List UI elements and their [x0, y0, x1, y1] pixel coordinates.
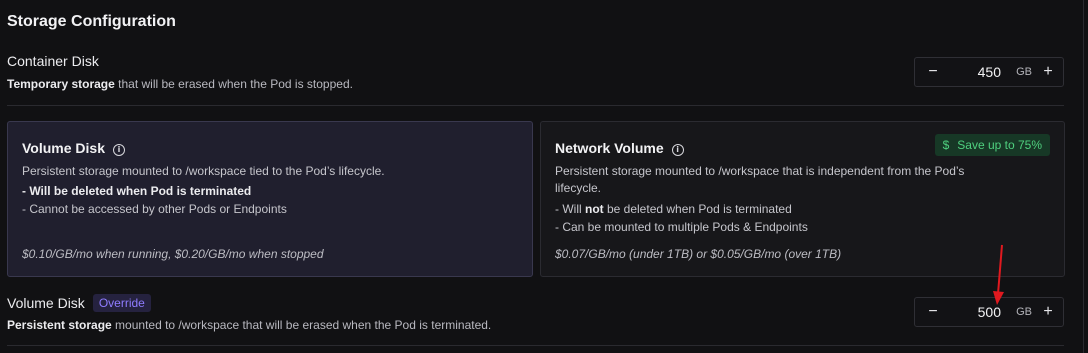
right-border	[1083, 0, 1084, 353]
container-disk-description: Temporary storage that will be erased wh…	[7, 77, 353, 91]
container-disk-decrement-button[interactable]: −	[922, 58, 944, 86]
save-badge-text: Save up to 75%	[957, 138, 1042, 152]
volume-disk-card-line3: - Cannot be accessed by other Pods or En…	[22, 202, 287, 216]
save-badge: $ Save up to 75%	[934, 134, 1050, 156]
override-badge[interactable]: Override	[92, 294, 151, 312]
annotation-arrow	[993, 244, 1004, 305]
network-volume-card-line1a: Persistent storage mounted to /workspace…	[555, 164, 965, 178]
volume-disk-label: Volume Disk Override	[7, 294, 151, 312]
container-disk-stepper: − 450 GB +	[914, 57, 1064, 87]
network-volume-card-line2: - Will not be deleted when Pod is termin…	[555, 200, 792, 218]
volume-disk-card-price: $0.10/GB/mo when running, $0.20/GB/mo wh…	[22, 247, 324, 261]
section-title: Storage Configuration	[7, 13, 176, 30]
divider	[7, 105, 1064, 106]
container-disk-value[interactable]: 450	[978, 58, 1001, 86]
container-disk-increment-button[interactable]: +	[1037, 58, 1059, 86]
volume-disk-unit: GB	[1016, 306, 1032, 318]
container-disk-desc-bold: Temporary storage	[7, 77, 115, 91]
volume-disk-card-line2: - Will be deleted when Pod is terminated	[22, 184, 252, 198]
dollar-icon: $	[942, 138, 950, 152]
volume-disk-card-title-text: Volume Disk	[22, 140, 105, 156]
network-volume-card-line1b: lifecycle.	[555, 181, 602, 195]
info-icon[interactable]: i	[113, 144, 125, 156]
network-volume-card[interactable]: Network Volume i $ Save up to 75% Persiste…	[540, 121, 1065, 277]
network-volume-card-line3: - Can be mounted to multiple Pods & Endp…	[555, 220, 808, 234]
volume-disk-label-text: Volume Disk	[7, 295, 85, 311]
bottom-divider	[7, 345, 1064, 346]
network-volume-card-title: Network Volume i	[555, 140, 684, 156]
volume-disk-desc-bold: Persistent storage	[7, 318, 112, 332]
volume-disk-stepper: − 500 GB +	[914, 297, 1064, 327]
network-line2-post: be deleted when Pod is terminated	[603, 202, 792, 216]
container-disk-unit: GB	[1016, 66, 1032, 78]
container-disk-label: Container Disk	[7, 53, 99, 69]
volume-disk-card-title: Volume Disk i	[22, 140, 125, 156]
container-disk-desc-rest: that will be erased when the Pod is stop…	[114, 77, 353, 91]
network-line2-bold: not	[585, 202, 604, 216]
volume-disk-card-line1: Persistent storage mounted to /workspace…	[22, 164, 385, 178]
network-line2-pre: - Will	[555, 202, 585, 216]
volume-disk-description: Persistent storage mounted to /workspace…	[7, 318, 491, 332]
info-icon[interactable]: i	[671, 144, 684, 156]
network-volume-card-title-text: Network Volume	[555, 140, 664, 156]
network-volume-card-price: $0.07/GB/mo (under 1TB) or $0.05/GB/mo (…	[555, 247, 842, 261]
volume-disk-desc-rest: mounted to /workspace that will be erase…	[111, 318, 492, 332]
volume-disk-decrement-button[interactable]: −	[922, 298, 944, 326]
volume-disk-card[interactable]: Volume Disk i Persistent storage mounted …	[7, 121, 533, 277]
volume-disk-increment-button[interactable]: +	[1037, 298, 1059, 326]
